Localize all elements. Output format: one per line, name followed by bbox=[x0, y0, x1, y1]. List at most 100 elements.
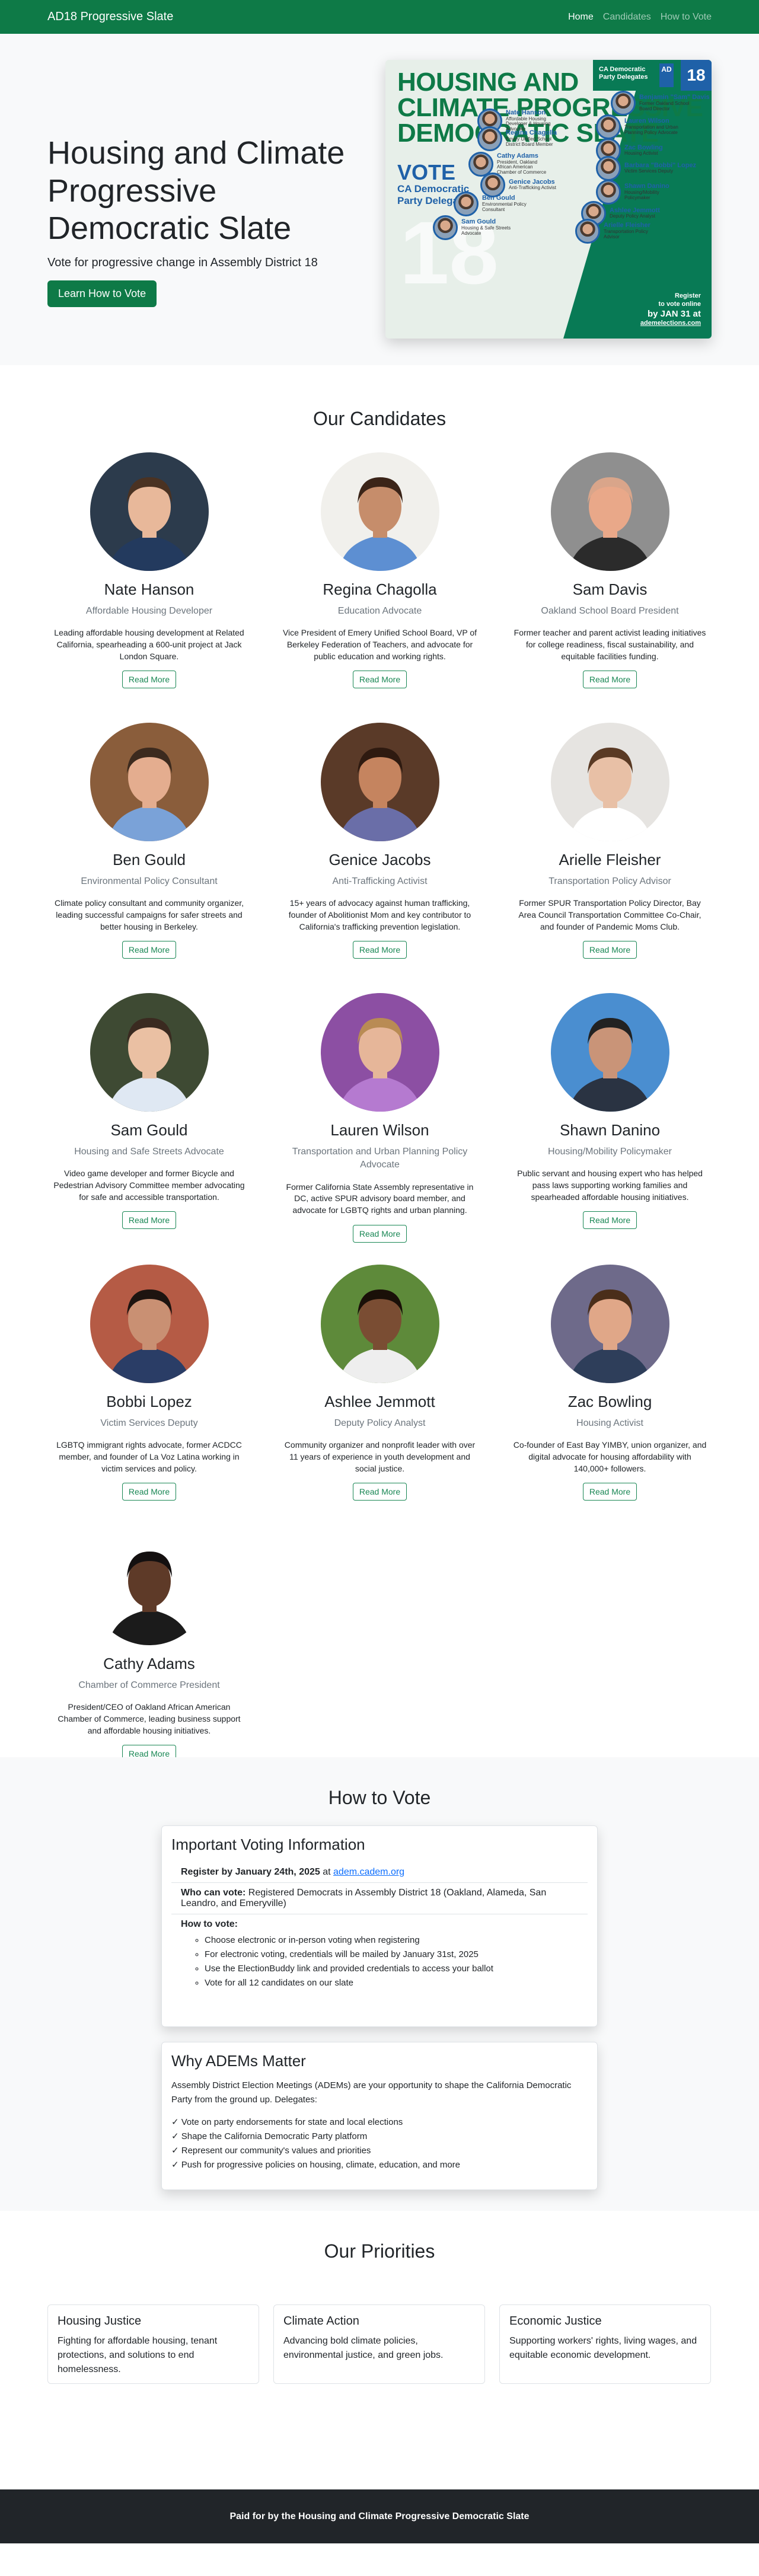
priority-text: Advancing bold climate policies, environ… bbox=[283, 2336, 444, 2360]
candidate-role: Transportation and Urban Planning Policy… bbox=[292, 1147, 468, 1170]
candidate-bio: Former SPUR Transportation Policy Direct… bbox=[518, 898, 701, 931]
candidate-role: Education Advocate bbox=[337, 606, 422, 616]
candidate-bio: 15+ years of advocacy against human traf… bbox=[288, 898, 471, 931]
how-to-vote-section: How to Vote Important Voting Information… bbox=[0, 1757, 759, 2211]
candidate-bio: Former California State Assembly represe… bbox=[286, 1182, 474, 1215]
poster-candidate-desc: Transportation and Urban Planning Policy… bbox=[624, 124, 678, 135]
read-more-button[interactable]: Read More bbox=[352, 1483, 407, 1501]
read-more-button[interactable]: Read More bbox=[122, 941, 177, 959]
candidate-name: Sam Davis bbox=[572, 580, 648, 598]
how-to-vote-step: Use the ElectionBuddy link and provided … bbox=[205, 1962, 578, 1976]
candidate-photo bbox=[320, 993, 439, 1112]
poster-candidate-desc: Housing/Mobility Policymaker bbox=[624, 189, 659, 200]
poster-register-note: Register to vote online by JAN 31 at ade… bbox=[640, 292, 701, 327]
priority-card: Climate Action Advancing bold climate pol… bbox=[273, 2304, 485, 2384]
nav-how-to-vote[interactable]: How to Vote bbox=[661, 12, 712, 23]
candidate-bio: Co-founder of East Bay YIMBY, union orga… bbox=[513, 1440, 707, 1473]
candidate-card: Arielle Fleisher Transportation Policy Ad… bbox=[508, 723, 712, 959]
priority-text: Supporting workers' rights, living wages… bbox=[509, 2336, 697, 2360]
candidate-role: Anti-Trafficking Activist bbox=[332, 876, 428, 886]
candidate-photo bbox=[550, 723, 669, 841]
priority-card: Economic Justice Supporting workers' righ… bbox=[499, 2304, 711, 2384]
candidate-role: Transportation Policy Advisor bbox=[548, 876, 671, 886]
poster-candidate: Arielle Fleisher Transportation Policy Ad… bbox=[575, 219, 658, 244]
nav-candidates[interactable]: Candidates bbox=[603, 12, 651, 23]
candidate-name: Ashlee Jemmott bbox=[324, 1393, 435, 1410]
candidate-photo bbox=[320, 1265, 439, 1383]
candidate-card: Nate Hanson Affordable Housing Developer L… bbox=[47, 452, 251, 689]
candidate-name: Cathy Adams bbox=[103, 1655, 195, 1672]
priorities-section: Our Priorities Housing Justice Fighting f… bbox=[0, 2211, 759, 2489]
poster-candidate-photo bbox=[596, 114, 621, 139]
candidate-card: Regina Chagolla Education Advocate Vice Pr… bbox=[278, 452, 481, 689]
brand-link[interactable]: AD18 Progressive Slate bbox=[47, 10, 173, 24]
candidate-name: Sam Gould bbox=[110, 1121, 188, 1139]
read-more-button[interactable]: Read More bbox=[582, 1483, 637, 1501]
read-more-button[interactable]: Read More bbox=[122, 671, 177, 689]
adem-benefit-item: ✓ Represent our community's values and p… bbox=[171, 2146, 371, 2156]
candidate-photo bbox=[550, 1265, 669, 1383]
voting-info-card: Important Voting Information Register by… bbox=[161, 1825, 598, 2027]
candidate-name: Nate Hanson bbox=[104, 580, 194, 598]
priority-text: Fighting for affordable housing, tenant … bbox=[58, 2336, 218, 2374]
candidate-role: Victim Services Deputy bbox=[100, 1418, 198, 1428]
candidate-card: Zac Bowling Housing Activist Co-founder of… bbox=[508, 1265, 712, 1501]
candidate-photo bbox=[550, 452, 669, 571]
candidate-photo bbox=[90, 723, 209, 841]
hero-subtitle: Vote for progressive change in Assembly … bbox=[47, 256, 318, 270]
candidates-section: Our Candidates Nate Hanson Affordable Hou… bbox=[0, 365, 759, 1763]
poster-candidate: Barbara "Bobbi" Lopez Victim Services Dep… bbox=[596, 156, 696, 181]
poster-candidate-desc: Former Oakland School Board Director bbox=[639, 100, 690, 111]
nav-home[interactable]: Home bbox=[568, 12, 594, 23]
poster-candidate: Sam Gould Housing & Safe Streets Advocate bbox=[433, 215, 516, 240]
adem-benefit-item: ✓ Shape the California Democratic Party … bbox=[171, 2131, 368, 2141]
why-adems-title: Why ADEMs Matter bbox=[171, 2052, 306, 2070]
candidate-role: Chamber of Commerce President bbox=[78, 1680, 220, 1690]
voting-info-title: Important Voting Information bbox=[171, 1836, 365, 1853]
read-more-button[interactable]: Read More bbox=[582, 941, 637, 959]
poster-candidate: Regina Chagolla Emery Unified School Dist… bbox=[477, 126, 560, 151]
how-to-vote-step: For electronic voting, credentials will … bbox=[205, 1948, 578, 1962]
read-more-button[interactable]: Read More bbox=[582, 1211, 637, 1230]
candidate-bio: Climate policy consultant and community … bbox=[54, 898, 244, 931]
priority-title: Climate Action bbox=[283, 2315, 359, 2328]
how-to-vote-step: Choose electronic or in-person voting wh… bbox=[205, 1933, 578, 1948]
poster-candidate: Lauren Wilson Transportation and Urban Pl… bbox=[596, 114, 679, 139]
candidate-photo bbox=[90, 1527, 209, 1645]
poster-candidate-photo bbox=[454, 191, 479, 216]
candidate-card: Sam Gould Housing and Safe Streets Advoca… bbox=[47, 993, 251, 1230]
candidate-card: Sam Davis Oakland School Board President F… bbox=[508, 452, 712, 689]
candidate-name: Bobbi Lopez bbox=[106, 1393, 192, 1410]
candidate-photo bbox=[90, 452, 209, 571]
priority-card: Housing Justice Fighting for affordable h… bbox=[47, 2304, 259, 2384]
candidate-bio: LGBTQ immigrant rights advocate, former … bbox=[56, 1440, 242, 1473]
poster-candidate-photo bbox=[611, 91, 636, 116]
candidate-name: Ben Gould bbox=[113, 851, 186, 869]
candidate-card: Bobbi Lopez Victim Services Deputy LGBTQ i… bbox=[47, 1265, 251, 1501]
candidate-name: Lauren Wilson bbox=[330, 1121, 429, 1139]
read-more-button[interactable]: Read More bbox=[352, 1224, 407, 1243]
candidate-bio: Vice President of Emery Unified School B… bbox=[282, 628, 477, 661]
read-more-button[interactable]: Read More bbox=[352, 941, 407, 959]
read-more-button[interactable]: Read More bbox=[582, 671, 637, 689]
candidate-name: Shawn Danino bbox=[559, 1121, 661, 1139]
poster-vote: VOTE bbox=[397, 160, 456, 184]
candidate-bio: President/CEO of Oakland African America… bbox=[58, 1702, 241, 1735]
poster-candidate-desc: Transportation Policy Advisor bbox=[604, 228, 648, 240]
read-more-button[interactable]: Read More bbox=[122, 1211, 177, 1230]
poster-candidate-desc: Anti-Trafficking Activist bbox=[509, 185, 557, 191]
candidate-photo bbox=[550, 993, 669, 1112]
register-link[interactable]: adem.cadem.org bbox=[333, 1867, 404, 1877]
poster-candidate: Ben Gould Environmental Policy Consultant bbox=[454, 191, 537, 216]
candidate-photo bbox=[90, 993, 209, 1112]
candidate-name: Regina Chagolla bbox=[323, 580, 437, 598]
poster-candidate-photo bbox=[477, 126, 502, 151]
read-more-button[interactable]: Read More bbox=[122, 1483, 177, 1501]
learn-how-to-vote-button[interactable]: Learn How to Vote bbox=[47, 280, 157, 308]
candidate-card: Ashlee Jemmott Deputy Policy Analyst Commu… bbox=[278, 1265, 481, 1501]
poster-badge: CA Democratic Party Delegates AD 18 bbox=[593, 60, 712, 91]
poster-candidate-name: Nate Hanson bbox=[506, 109, 546, 117]
read-more-button[interactable]: Read More bbox=[352, 671, 407, 689]
why-adems-card: Why ADEMs Matter Assembly District Elect… bbox=[161, 2042, 598, 2190]
poster-candidate-desc: Housing & Safe Streets Advocate bbox=[461, 225, 511, 236]
